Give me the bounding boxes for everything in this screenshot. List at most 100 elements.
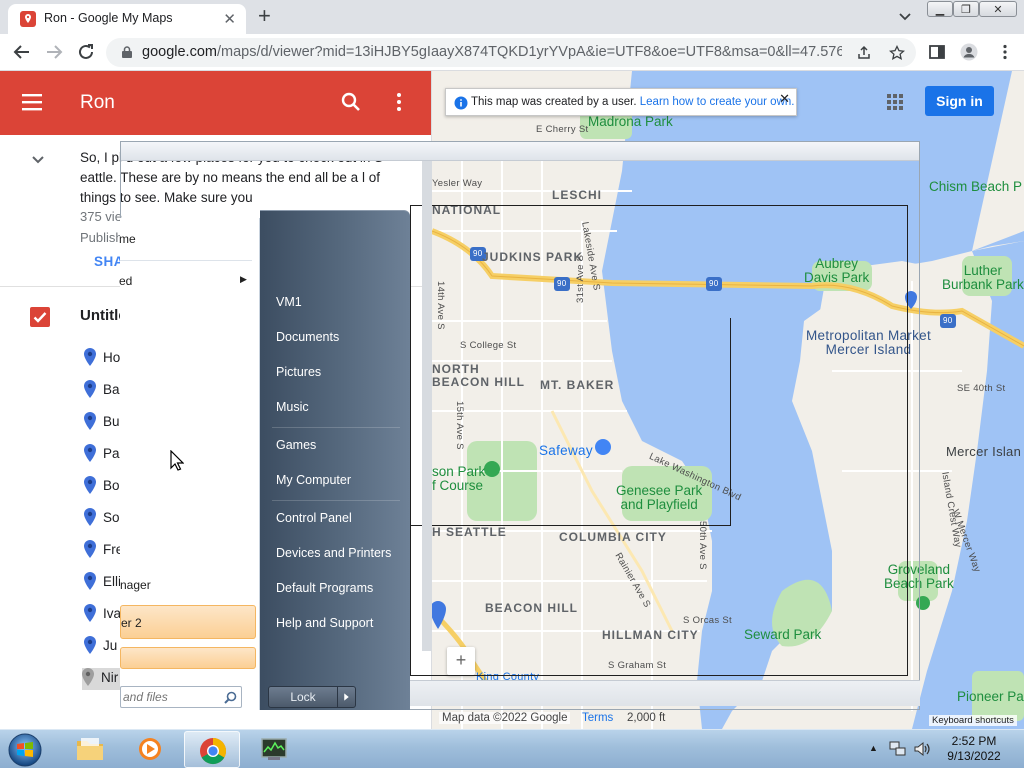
- bookmark-star-icon[interactable]: [889, 45, 905, 61]
- place-name: Nir: [101, 670, 119, 685]
- restore-button[interactable]: ❐: [953, 1, 979, 17]
- place-name: Iva: [103, 606, 122, 621]
- start-menu-item[interactable]: ed: [119, 274, 255, 288]
- start-link-help-support[interactable]: Help and Support: [276, 616, 373, 630]
- volume-icon[interactable]: [913, 740, 931, 758]
- more-options-icon[interactable]: [392, 91, 406, 113]
- map-pin-icon: [82, 668, 94, 686]
- taskbar-task-manager[interactable]: [246, 731, 302, 768]
- google-apps-grid-icon[interactable]: [886, 93, 904, 111]
- show-hidden-icons-arrow-icon[interactable]: ▲: [869, 743, 878, 753]
- map-label-31st-ave: 31st Ave S: [575, 254, 586, 303]
- start-link-my-computer[interactable]: My Computer: [276, 473, 351, 487]
- start-link-games[interactable]: Games: [276, 438, 316, 452]
- map-pin-icon: [84, 572, 96, 590]
- map-label-15th-ave: 15th Ave S: [454, 401, 465, 450]
- map-pin-icon: [84, 380, 96, 398]
- map-pin-icon: [84, 636, 96, 654]
- start-link-vm1[interactable]: VM1: [276, 295, 302, 309]
- taskbar-media-player[interactable]: [122, 731, 178, 768]
- map-label-north-seattle: H SEATTLE: [432, 525, 507, 539]
- i90-shield-label-3: 90: [709, 279, 719, 288]
- lock-icon[interactable]: [120, 45, 134, 59]
- start-orb-icon[interactable]: [6, 732, 44, 768]
- start-menu-top-strip: [120, 141, 920, 161]
- map-label-se-40th-st: SE 40th St: [957, 383, 1006, 394]
- clock-date: 9/13/2022: [947, 749, 1001, 763]
- map-label-yesler-way: Yesler Way: [432, 178, 483, 189]
- collapse-chevron-icon[interactable]: [30, 151, 46, 167]
- network-icon[interactable]: [889, 740, 907, 758]
- start-search-box[interactable]: [120, 686, 242, 708]
- panel-header: Ron: [0, 71, 431, 135]
- place-list-item[interactable]: Nir: [82, 668, 122, 690]
- start-link-control-panel[interactable]: Control Panel: [276, 511, 352, 525]
- i90-shield-label-4: 90: [943, 316, 953, 325]
- terms-link[interactable]: Terms: [582, 712, 613, 724]
- search-icon[interactable]: [340, 91, 362, 113]
- side-panel-icon[interactable]: [928, 43, 946, 61]
- map-label-50th-ave: 50th Ave S: [697, 521, 708, 570]
- search-magnifier-icon[interactable]: [224, 691, 237, 704]
- share-icon[interactable]: [856, 45, 872, 61]
- start-link-pictures[interactable]: Pictures: [276, 365, 321, 379]
- map-label-beacon-hill: BEACON HILL: [485, 601, 578, 615]
- taskbar-chrome[interactable]: [184, 731, 240, 768]
- map-label-orcas-st: S Orcas St: [683, 615, 732, 626]
- windows-taskbar: ▲ 2:52 PM 9/13/2022: [0, 729, 1024, 768]
- tab-search-chevron-icon[interactable]: [897, 8, 913, 24]
- groveland-marker: [916, 596, 930, 610]
- forward-arrow-icon[interactable]: [44, 42, 64, 62]
- media-player-icon: [139, 738, 161, 760]
- hamburger-menu-icon[interactable]: [22, 93, 42, 111]
- url-text[interactable]: google.com/maps/d/viewer?mid=13iHJBY5gIa…: [142, 44, 842, 60]
- place-name: So: [103, 510, 120, 525]
- tab-close-icon[interactable]: ✕: [223, 10, 236, 28]
- map-label-judkins-park: JUDKINS PARK: [482, 250, 584, 264]
- start-menu-item[interactable]: nager: [120, 578, 256, 592]
- banner-close-icon[interactable]: ✕: [779, 91, 790, 107]
- learn-how-link[interactable]: Learn how to create your own.: [640, 96, 795, 108]
- taskbar-explorer[interactable]: [62, 731, 118, 768]
- minimize-button[interactable]: ▁: [927, 1, 953, 17]
- start-menu-scrollbar[interactable]: [422, 161, 432, 651]
- layer-visibility-checkbox[interactable]: [30, 307, 50, 327]
- all-programs-highlight[interactable]: [120, 647, 256, 669]
- address-bar[interactable]: google.com/maps/d/viewer?mid=13iHJBY5gIa…: [106, 38, 916, 67]
- sign-in-button[interactable]: Sign in: [925, 86, 994, 116]
- start-link-music[interactable]: Music: [276, 400, 309, 414]
- map-pin-icon: [84, 476, 96, 494]
- close-window-button[interactable]: ✕: [979, 1, 1017, 17]
- map-label-college-st: S College St: [460, 340, 517, 351]
- chrome-menu-icon[interactable]: [996, 43, 1014, 61]
- keyboard-shortcuts-link[interactable]: Keyboard shortcuts: [929, 715, 1017, 726]
- chrome-icon: [200, 737, 227, 765]
- info-icon: [454, 96, 468, 110]
- map-label-hillman-city: HILLMAN CITY: [602, 628, 699, 642]
- map-attribution: Map data ©2022 Google: [439, 712, 571, 724]
- reload-icon[interactable]: [76, 42, 96, 62]
- start-search-input[interactable]: [123, 689, 219, 705]
- start-menu-item[interactable]: me: [119, 232, 255, 246]
- back-arrow-icon[interactable]: [12, 42, 32, 62]
- map-canvas[interactable]: Madrona Park E Cherry St Yesler Way LESC…: [432, 71, 1024, 729]
- start-link-devices-printers[interactable]: Devices and Printers: [276, 546, 391, 560]
- minimize-icon: ▁: [935, 3, 945, 16]
- new-tab-button[interactable]: +: [258, 4, 271, 28]
- start-menu-item-highlighted[interactable]: er 2: [120, 605, 256, 639]
- map-label-graham-st: S Graham St: [608, 660, 667, 671]
- browser-tab[interactable]: Ron - Google My Maps ✕: [8, 4, 246, 34]
- start-link-default-programs[interactable]: Default Programs: [276, 581, 373, 595]
- checkmark-icon: [33, 312, 47, 323]
- map-graphics: [432, 71, 1024, 729]
- lock-button[interactable]: Lock: [268, 686, 338, 708]
- profile-avatar-icon[interactable]: [960, 43, 978, 61]
- zoom-in-button[interactable]: +: [447, 647, 475, 675]
- power-options-arrow-button[interactable]: [337, 686, 356, 708]
- start-menu-separator: [272, 500, 400, 501]
- map-pin-icon: [84, 604, 96, 622]
- system-clock[interactable]: 2:52 PM 9/13/2022: [936, 734, 1012, 764]
- map-scale[interactable]: 2,000 ft: [627, 712, 665, 724]
- i90-shield-label-1: 90: [473, 249, 483, 258]
- start-link-documents[interactable]: Documents: [276, 330, 339, 344]
